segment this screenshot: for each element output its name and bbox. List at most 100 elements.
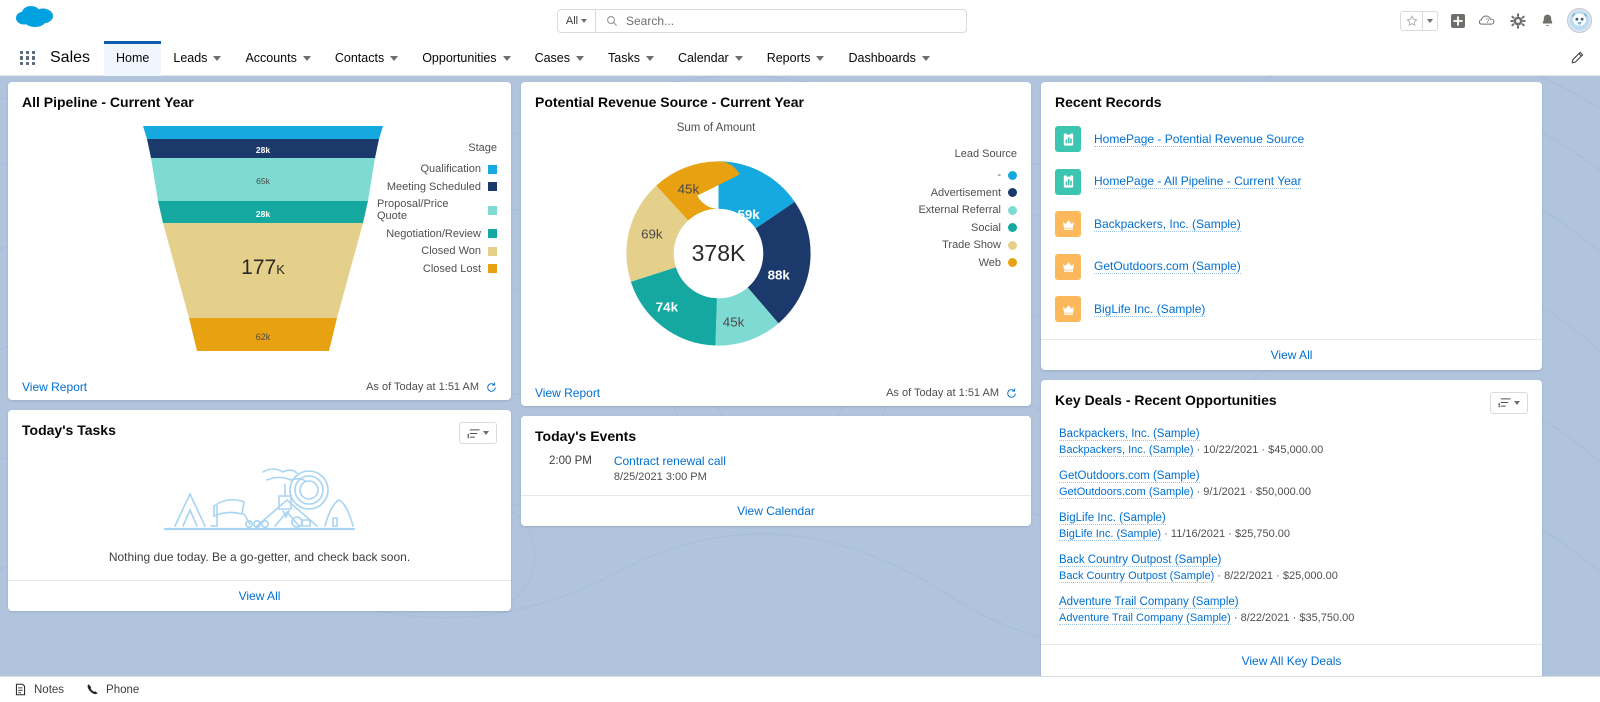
- record-link[interactable]: HomePage - All Pipeline - Current Year: [1094, 174, 1301, 189]
- donut-chart[interactable]: Sum of Amount 59k 88k 4: [521, 122, 1031, 380]
- user-avatar[interactable]: [1567, 8, 1592, 33]
- legend-item[interactable]: -: [897, 169, 1017, 181]
- header-icon-group: ?: [1400, 0, 1592, 41]
- view-calendar-link[interactable]: View Calendar: [737, 504, 815, 518]
- legend-item[interactable]: Meeting Scheduled: [377, 181, 497, 193]
- global-search[interactable]: All Search...: [557, 9, 967, 33]
- nav-tab-reports[interactable]: Reports: [755, 41, 837, 76]
- search-input-area[interactable]: Search...: [596, 10, 966, 32]
- legend-item[interactable]: Proposal/Price Quote: [377, 198, 497, 222]
- funnel-chart[interactable]: 28k 65k 28k 177K 62k Stage Qualification: [8, 116, 511, 374]
- opportunity-link[interactable]: Back Country Outpost (Sample): [1059, 554, 1221, 567]
- record-link[interactable]: GetOutdoors.com (Sample): [1094, 259, 1241, 274]
- potential-revenue-card: Potential Revenue Source - Current Year …: [521, 82, 1031, 406]
- favorites-control[interactable]: [1400, 11, 1438, 31]
- pencil-edit-icon[interactable]: [1570, 51, 1584, 70]
- nav-tab-label: Contacts: [335, 51, 384, 65]
- chevron-down-icon: [735, 56, 743, 61]
- list-item[interactable]: Backpackers, Inc. (Sample): [1055, 203, 1528, 246]
- svg-text:45k: 45k: [723, 315, 745, 330]
- legend-item[interactable]: Qualification: [377, 163, 497, 175]
- utility-item-phone[interactable]: Phone: [86, 683, 139, 696]
- list-item[interactable]: GetOutdoors.com (Sample): [1055, 246, 1528, 289]
- view-report-link[interactable]: View Report: [22, 380, 87, 394]
- list-item[interactable]: Backpackers, Inc. (Sample) Backpackers, …: [1059, 424, 1528, 456]
- nav-tab-label: Cases: [535, 51, 570, 65]
- list-item[interactable]: GetOutdoors.com (Sample) GetOutdoors.com…: [1059, 466, 1528, 498]
- legend-item[interactable]: Web: [897, 257, 1017, 269]
- salesforce-cloud-logo[interactable]: [14, 4, 58, 34]
- help-icon[interactable]: ?: [1477, 10, 1498, 31]
- record-link[interactable]: BigLife Inc. (Sample): [1094, 302, 1205, 317]
- opportunity-link[interactable]: BigLife Inc. (Sample): [1059, 512, 1166, 525]
- list-item[interactable]: HomePage - All Pipeline - Current Year: [1055, 161, 1528, 204]
- recent-records-view-all-link[interactable]: View All: [1271, 348, 1313, 362]
- add-icon[interactable]: [1447, 10, 1468, 31]
- nav-tab-accounts[interactable]: Accounts: [233, 41, 322, 76]
- search-scope-dropdown[interactable]: All: [558, 10, 596, 32]
- legend-label: Proposal/Price Quote: [377, 198, 481, 222]
- key-deals-sort-button[interactable]: [1490, 392, 1528, 414]
- nav-tab-label: Tasks: [608, 51, 640, 65]
- separator: ·: [1228, 528, 1235, 540]
- legend-label: -: [997, 169, 1001, 181]
- refresh-icon[interactable]: [1006, 388, 1017, 399]
- nav-tab-calendar[interactable]: Calendar: [666, 41, 755, 76]
- nav-tab-home[interactable]: Home: [104, 41, 161, 76]
- key-deals-view-all-link[interactable]: View All Key Deals: [1242, 654, 1342, 668]
- setup-gear-icon[interactable]: [1507, 10, 1528, 31]
- legend-item[interactable]: Negotiation/Review: [377, 228, 497, 240]
- legend-item[interactable]: Closed Lost: [377, 263, 497, 275]
- list-item[interactable]: Adventure Trail Company (Sample) Adventu…: [1059, 592, 1528, 624]
- legend-label: Social: [971, 222, 1001, 234]
- favorites-star-icon[interactable]: [1401, 12, 1422, 30]
- list-item[interactable]: HomePage - Potential Revenue Source: [1055, 118, 1528, 161]
- nav-tab-contacts[interactable]: Contacts: [323, 41, 410, 76]
- tasks-sort-button[interactable]: [459, 422, 497, 444]
- legend-label: Advertisement: [931, 187, 1001, 199]
- account-link[interactable]: Back Country Outpost (Sample): [1059, 570, 1214, 583]
- utility-item-notes[interactable]: Notes: [14, 683, 64, 696]
- nav-tab-opportunities[interactable]: Opportunities: [410, 41, 522, 76]
- nav-tab-label: Leads: [173, 51, 207, 65]
- chevron-down-icon: [816, 56, 824, 61]
- svg-text:69k: 69k: [641, 226, 663, 241]
- event-title-link[interactable]: Contract renewal call: [614, 454, 726, 468]
- legend-label: Trade Show: [942, 239, 1001, 251]
- list-item[interactable]: Back Country Outpost (Sample) Back Count…: [1059, 550, 1528, 582]
- nav-tab-tasks[interactable]: Tasks: [596, 41, 666, 76]
- event-item[interactable]: 2:00 PM Contract renewal call 8/25/2021 …: [521, 450, 1031, 495]
- opportunity-link[interactable]: Adventure Trail Company (Sample): [1059, 596, 1239, 609]
- svg-text:65k: 65k: [256, 176, 270, 186]
- nav-tab-dashboards[interactable]: Dashboards: [836, 41, 941, 76]
- opportunity-link[interactable]: Backpackers, Inc. (Sample): [1059, 428, 1200, 441]
- view-report-link[interactable]: View Report: [535, 386, 600, 400]
- legend-swatch: [1008, 241, 1017, 250]
- account-link[interactable]: GetOutdoors.com (Sample): [1059, 486, 1194, 499]
- notifications-bell-icon[interactable]: [1537, 10, 1558, 31]
- nav-tab-leads[interactable]: Leads: [161, 41, 233, 76]
- list-item[interactable]: BigLife Inc. (Sample) BigLife Inc. (Samp…: [1059, 508, 1528, 540]
- legend-item[interactable]: Trade Show: [897, 239, 1017, 251]
- nav-tab-cases[interactable]: Cases: [523, 41, 596, 76]
- record-link[interactable]: HomePage - Potential Revenue Source: [1094, 132, 1304, 147]
- record-link[interactable]: Backpackers, Inc. (Sample): [1094, 217, 1241, 232]
- opportunity-link[interactable]: GetOutdoors.com (Sample): [1059, 470, 1200, 483]
- legend-item[interactable]: External Referral: [897, 204, 1017, 216]
- account-link[interactable]: BigLife Inc. (Sample): [1059, 528, 1161, 541]
- deal-amount: $25,750.00: [1235, 528, 1290, 540]
- legend-item[interactable]: Closed Won: [377, 245, 497, 257]
- list-item[interactable]: BigLife Inc. (Sample): [1055, 288, 1528, 331]
- donut-legend: Lead Source - Advertisement External Ref…: [897, 148, 1017, 274]
- sort-list-icon: [1498, 397, 1511, 408]
- refresh-icon[interactable]: [486, 382, 497, 393]
- legend-item[interactable]: Social: [897, 222, 1017, 234]
- favorites-dropdown[interactable]: [1422, 12, 1437, 30]
- app-launcher-button[interactable]: [15, 51, 41, 65]
- legend-item[interactable]: Advertisement: [897, 187, 1017, 199]
- account-link[interactable]: Backpackers, Inc. (Sample): [1059, 444, 1194, 457]
- nav-tab-label: Home: [116, 51, 149, 65]
- utility-item-label: Notes: [34, 684, 64, 696]
- account-link[interactable]: Adventure Trail Company (Sample): [1059, 612, 1231, 625]
- tasks-view-all-link[interactable]: View All: [239, 589, 281, 603]
